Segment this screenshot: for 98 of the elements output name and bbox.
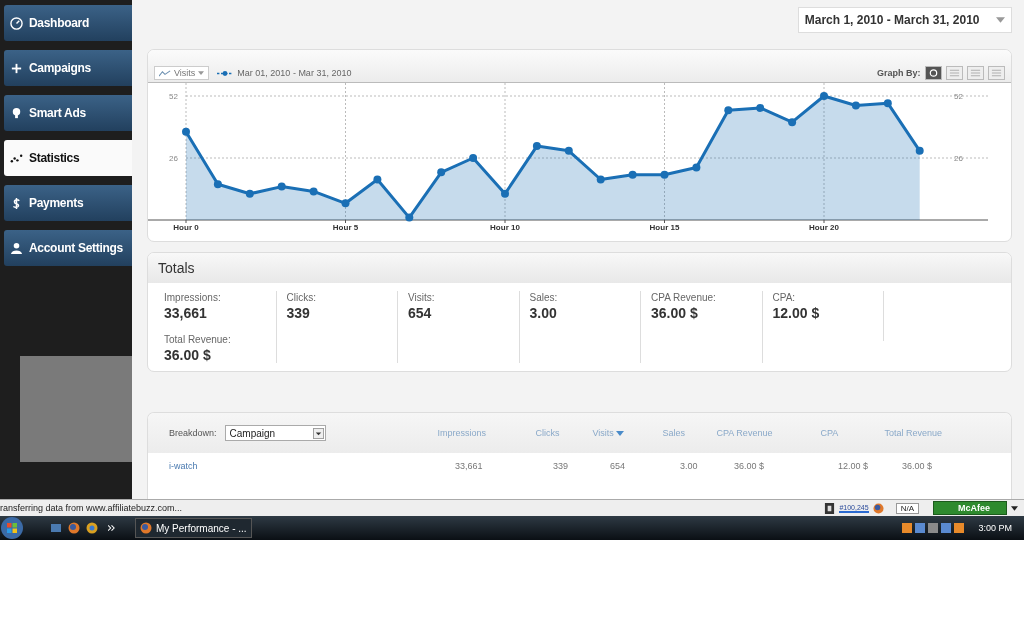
sidebar-item[interactable]: Payments	[4, 185, 132, 221]
point	[851, 101, 860, 110]
date-range-dropdown[interactable]: March 1, 2010 - March 31, 2010	[797, 7, 1012, 33]
bulb-icon	[10, 106, 23, 120]
metric-label: Visits:	[408, 292, 436, 303]
table-cell-text: 12.00 $	[838, 461, 870, 471]
breakdown-select[interactable]: Campaign	[224, 425, 326, 441]
graph-by-label: Graph By:	[877, 67, 921, 80]
browser-icon[interactable]	[68, 522, 80, 534]
x-axis-label: Hour 20	[809, 223, 839, 232]
point	[277, 182, 286, 191]
point	[820, 92, 828, 100]
sidebar-item[interactable]: Statistics	[4, 140, 132, 176]
table-cell-text: 654	[610, 461, 627, 471]
status-text: ransferring data from www.affiliatebuzz.com...	[0, 503, 182, 513]
gauge-icon	[10, 16, 23, 30]
metric-label: Sales:	[529, 292, 559, 303]
point	[628, 170, 637, 179]
calendar-icon	[990, 68, 1002, 78]
start-button[interactable]	[0, 516, 24, 540]
metric-value: 3.00	[529, 305, 558, 321]
point	[724, 106, 733, 115]
caret-icon	[198, 71, 205, 75]
y-axis-label: 26	[954, 154, 963, 163]
point	[660, 170, 669, 179]
point	[341, 199, 350, 208]
table-cell-text: 36.00 $	[902, 461, 934, 471]
panel-title: Totals	[158, 260, 195, 276]
legend-label: Mar 01, 2010 - Mar 31, 2010	[237, 67, 352, 80]
metric-label: Total Revenue:	[164, 334, 232, 345]
metric-value: 12.00 $	[772, 305, 821, 321]
user-icon	[10, 241, 23, 255]
point	[883, 99, 892, 108]
table-cell-text: 339	[553, 461, 570, 471]
sidebar-item[interactable]: Campaigns	[4, 50, 132, 86]
y-axis-label: 26	[169, 154, 178, 163]
sidebar-item[interactable]: Smart Ads	[4, 95, 132, 131]
x-axis-label: Hour 10	[490, 223, 520, 232]
calendar-icon	[969, 68, 981, 78]
chevron-icon[interactable]	[108, 525, 115, 531]
x-axis-label: Hour 0	[173, 223, 199, 232]
caret-icon	[995, 17, 1005, 23]
point	[532, 142, 541, 151]
campaign-link[interactable]: i-watch	[169, 461, 199, 471]
y-axis-label: 52	[169, 92, 178, 101]
graph-by-option[interactable]	[924, 66, 942, 80]
browser-icon	[140, 522, 152, 534]
security-badge[interactable]: McAfee	[933, 501, 1007, 515]
x-axis-label: Hour 5	[332, 223, 359, 232]
point	[469, 154, 478, 162]
point	[915, 146, 924, 155]
table-cell-text: 3.00	[680, 461, 699, 471]
desktop-icon[interactable]	[50, 522, 62, 534]
status-na: N/A	[895, 502, 919, 514]
metric-label: CPA:	[772, 292, 797, 303]
point	[756, 103, 765, 112]
point	[788, 118, 797, 127]
taskbar-window[interactable]: My Performance - ...	[135, 518, 252, 538]
y-axis-label: 52	[954, 92, 963, 101]
metric-label: CPA Revenue:	[651, 292, 717, 303]
sort-icon	[615, 430, 624, 436]
page-rank-icon	[824, 502, 836, 514]
point	[182, 127, 190, 136]
metric-value: 36.00 $	[651, 305, 699, 321]
table-cell-text: 36.00 $	[734, 461, 766, 471]
caret-icon	[312, 427, 324, 439]
metric-dropdown[interactable]: Visits	[154, 66, 210, 80]
table-cell-text: 33,661	[455, 461, 484, 471]
browser-icon[interactable]	[86, 522, 98, 534]
point	[213, 180, 222, 189]
breakdown-label: Breakdown:	[169, 428, 217, 438]
x-axis-label: Hour 15	[649, 223, 680, 232]
tray-icons[interactable]	[902, 523, 967, 533]
point	[245, 189, 254, 198]
point	[564, 146, 573, 155]
metric-value: 654	[408, 305, 433, 321]
point	[596, 175, 605, 184]
metric-label: Clicks:	[286, 292, 317, 303]
sidebar-item[interactable]: Account Settings	[4, 230, 132, 266]
point	[373, 175, 382, 184]
caret-icon[interactable]	[1011, 505, 1018, 511]
calendar-icon	[948, 68, 960, 78]
point	[692, 163, 701, 172]
legend-line-icon	[217, 70, 234, 77]
point	[309, 187, 318, 196]
clock: 3:00 PM	[978, 523, 1012, 533]
clock-icon	[927, 68, 939, 78]
move-icon	[10, 61, 23, 75]
line-chart-icon	[159, 69, 171, 77]
metric-value: 36.00 $	[164, 347, 212, 363]
point	[437, 168, 446, 177]
metric-label: Impressions:	[164, 292, 222, 303]
metric-value: 339	[286, 305, 311, 321]
sidebar-item[interactable]: Dashboard	[4, 5, 132, 41]
point	[501, 189, 509, 198]
metric-value: 33,661	[164, 305, 208, 321]
globe-icon	[872, 502, 884, 514]
point	[405, 213, 414, 222]
